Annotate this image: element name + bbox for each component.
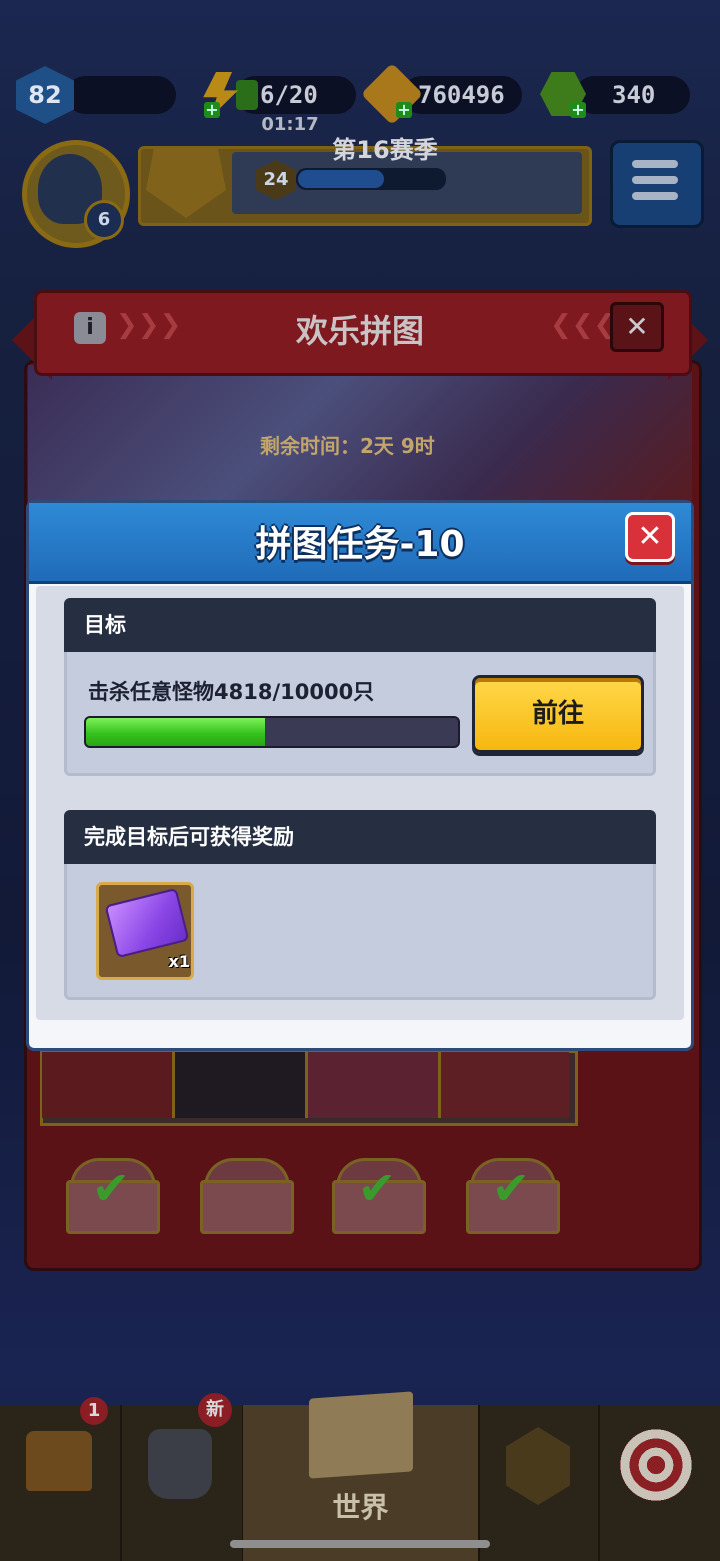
chevron-right-icon: ❯❯❯	[116, 310, 182, 340]
reward-chest[interactable]: ✔	[332, 1158, 426, 1234]
goal-section-title: 目标	[84, 613, 126, 637]
info-icon[interactable]: i	[74, 312, 106, 344]
add-gold-icon[interactable]: +	[396, 102, 412, 118]
nav-tab-world-label: 世界	[332, 1491, 389, 1524]
notification-badge: 1	[80, 1397, 108, 1425]
energy-fill	[236, 80, 258, 110]
checkmark-icon: ✔	[357, 1161, 397, 1215]
puzzle-piece	[42, 1052, 175, 1118]
puzzle-piece	[441, 1052, 569, 1118]
reward-chest[interactable]: ✔	[466, 1158, 560, 1234]
nav-tab-armor[interactable]	[120, 1405, 244, 1561]
chevron-left-icon: ❮❮❮	[550, 310, 616, 340]
reward-section-title: 完成目标后可获得奖励	[84, 825, 294, 849]
checkmark-icon: ✔	[91, 1161, 131, 1215]
event-close-button[interactable]: ✕	[610, 302, 664, 352]
puzzle-piece	[308, 1052, 441, 1118]
energy-value: 6/20	[260, 81, 318, 109]
avatar-level-badge: 6	[84, 200, 124, 240]
reward-section-header: 完成目标后可获得奖励	[64, 810, 656, 864]
menu-button[interactable]	[610, 140, 704, 228]
nav-tab-chest[interactable]	[0, 1405, 122, 1561]
target-icon	[620, 1429, 692, 1501]
add-energy-icon[interactable]: +	[204, 102, 220, 118]
close-icon: ✕	[637, 519, 663, 554]
event-remaining-time: 剩余时间：2天 9时	[260, 434, 435, 458]
dialog-close-button[interactable]: ✕	[625, 512, 675, 562]
goal-section-header: 目标	[64, 598, 656, 652]
hamburger-icon-line	[632, 192, 678, 200]
event-title: 欢乐拼图	[295, 312, 424, 350]
dialog-title: 拼图任务-10	[255, 524, 465, 565]
upgrade-arrow-icon	[506, 1427, 570, 1505]
chest-icon	[26, 1431, 92, 1491]
hamburger-icon-line	[632, 176, 678, 184]
player-level-bar	[66, 76, 176, 114]
goal-progress-fill	[86, 718, 265, 746]
nav-tab-world[interactable]	[243, 1391, 480, 1561]
nav-tab-upgrade[interactable]	[478, 1405, 600, 1561]
add-gem-icon[interactable]: +	[570, 102, 586, 118]
gold-value: 760496	[418, 81, 505, 109]
armor-icon	[148, 1429, 212, 1499]
map-icon	[309, 1391, 413, 1479]
reward-chest[interactable]: ✔	[66, 1158, 160, 1234]
go-button[interactable]: 前往	[472, 675, 644, 753]
reward-chest[interactable]	[200, 1158, 294, 1234]
checkmark-icon: ✔	[491, 1161, 531, 1215]
hamburger-icon	[632, 160, 678, 168]
chest-body	[200, 1180, 294, 1234]
new-badge: 新	[198, 1393, 232, 1427]
gem-value: 340	[612, 81, 656, 109]
home-indicator[interactable]	[230, 1540, 490, 1548]
puzzle-piece	[175, 1052, 308, 1118]
player-level-value: 82	[28, 81, 62, 109]
nav-tab-target[interactable]	[598, 1405, 720, 1561]
goal-description: 击杀任意怪物4818/10000只	[88, 680, 375, 704]
reward-quantity: x1	[168, 952, 190, 971]
season-progress-fill	[298, 170, 384, 188]
season-title: 第16赛季	[332, 136, 438, 164]
